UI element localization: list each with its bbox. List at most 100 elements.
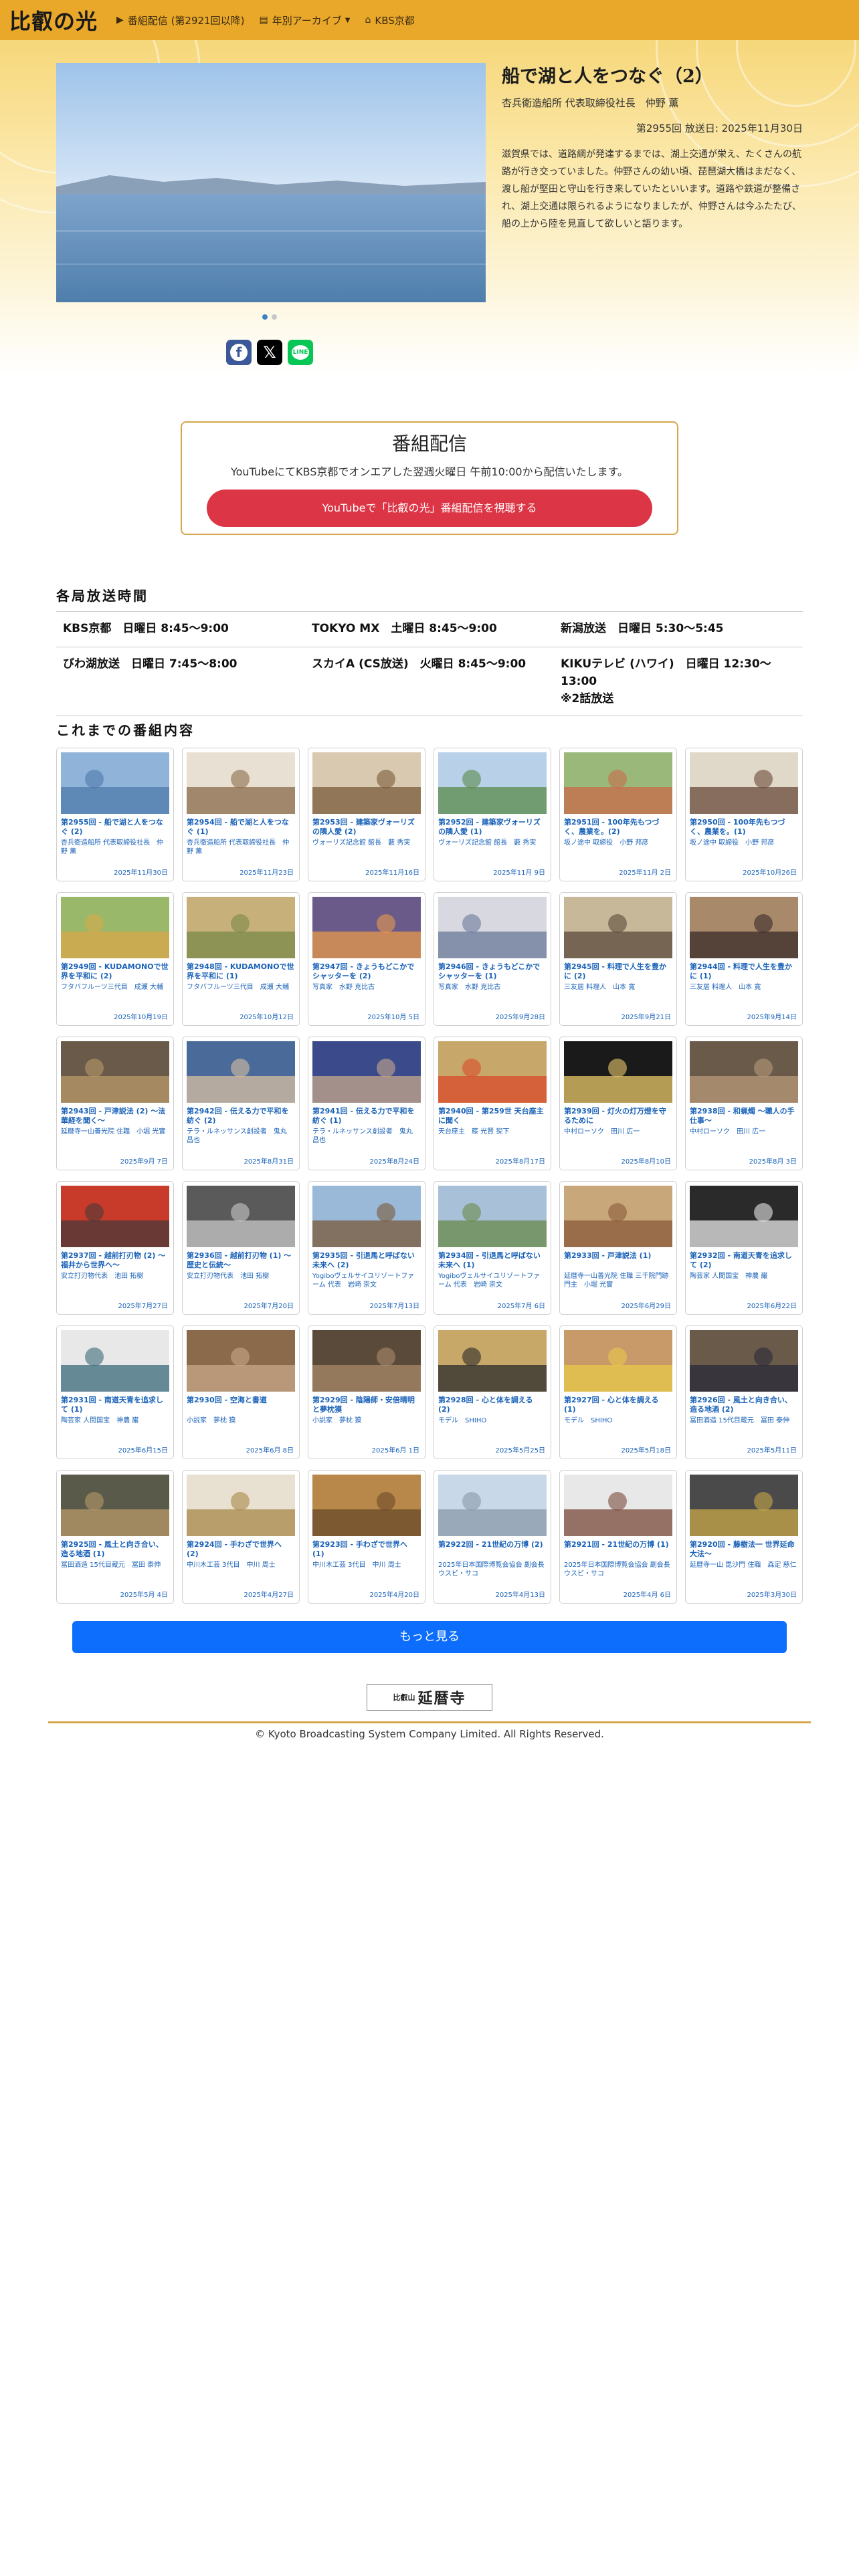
x-share-button[interactable]: 𝕏 xyxy=(257,340,282,365)
episode-card[interactable]: 第2945回 - 料理で人生を豊かに (2) 三友居 料理人 山本 寛 2025年9… xyxy=(559,892,677,1026)
episode-title[interactable]: 第2936回 - 越前打刃物 (1) 〜歴史と伝統〜 xyxy=(187,1251,295,1270)
episode-title[interactable]: 第2928回 - 心と体を調える (2) xyxy=(438,1396,547,1414)
episode-card[interactable]: 第2931回 - 南道天青を追求して (1) 陶芸家 人間国宝 神農 巌 2025年… xyxy=(56,1325,174,1459)
episode-card[interactable]: 第2943回 - 戸津説法 (2) 〜法華経を聞く〜 延暦寺一山善光院 住職 小堀… xyxy=(56,1037,174,1170)
episode-card[interactable]: 第2925回 - 風土と向き合い、造る地酒 (1) 冨田酒造 15代目蔵元 冨田 … xyxy=(56,1470,174,1604)
episode-title[interactable]: 第2944回 - 料理で人生を豊かに (1) xyxy=(690,962,798,981)
sponsor-logo[interactable]: 比叡山 延暦寺 xyxy=(367,1684,492,1711)
episode-card[interactable]: 第2932回 - 南道天青を追求して (2) 陶芸家 人間国宝 神農 巌 2025年… xyxy=(685,1181,803,1315)
episode-title[interactable]: 第2923回 - 手わざで世界へ (1) xyxy=(312,1540,421,1559)
episode-card[interactable]: 第2922回 - 21世紀の万博 (2) 2025年日本国際博覧会協会 副会長 ウ… xyxy=(434,1470,551,1604)
episode-thumbnail[interactable] xyxy=(690,752,798,814)
episode-thumbnail[interactable] xyxy=(690,1041,798,1103)
episode-thumbnail[interactable] xyxy=(438,1330,547,1392)
episode-title[interactable]: 第2925回 - 風土と向き合い、造る地酒 (1) xyxy=(61,1540,169,1559)
hero-carousel-image[interactable] xyxy=(56,63,486,302)
episode-thumbnail[interactable] xyxy=(564,1475,672,1536)
episode-title[interactable]: 第2943回 - 戸津説法 (2) 〜法華経を聞く〜 xyxy=(61,1107,169,1125)
episode-card[interactable]: 第2936回 - 越前打刃物 (1) 〜歴史と伝統〜 安立打刃物代表 池田 拓樹 2… xyxy=(182,1181,300,1315)
episode-thumbnail[interactable] xyxy=(187,1186,295,1247)
episode-title[interactable]: 第2950回 - 100年先もつづく、農業を。(1) xyxy=(690,818,798,837)
episode-card[interactable]: 第2947回 - きょうもどこかでシャッターを (2) 写真家 水野 克比古 202… xyxy=(308,892,425,1026)
episode-title[interactable]: 第2945回 - 料理で人生を豊かに (2) xyxy=(564,962,672,981)
episode-card[interactable]: 第2937回 - 越前打刃物 (2) 〜福井から世界へ〜 安立打刃物代表 池田 拓… xyxy=(56,1181,174,1315)
episode-card[interactable]: 第2927回 - 心と体を調える (1) モデル SHIHO 2025年5月18日 xyxy=(559,1325,677,1459)
episode-title[interactable]: 第2937回 - 越前打刃物 (2) 〜福井から世界へ〜 xyxy=(61,1251,169,1270)
episode-thumbnail[interactable] xyxy=(61,752,169,814)
episode-title[interactable]: 第2920回 - 藤樹法一 世界延命大法〜 xyxy=(690,1540,798,1559)
episode-card[interactable]: 第2935回 - 引退馬と呼ばない未来へ (2) Yogiboヴェルサイユリゾート… xyxy=(308,1181,425,1315)
episode-title[interactable]: 第2947回 - きょうもどこかでシャッターを (2) xyxy=(312,962,421,981)
nav-item-archive[interactable]: ▤ 年別アーカイブ ▼ xyxy=(259,13,350,27)
episode-card[interactable]: 第2955回 - 船で湖と人をつなぐ (2) 杏兵衛造船所 代表取締役社長 仲野 … xyxy=(56,748,174,881)
episode-thumbnail[interactable] xyxy=(61,1186,169,1247)
episode-thumbnail[interactable] xyxy=(438,897,547,958)
episode-card[interactable]: 第2928回 - 心と体を調える (2) モデル SHIHO 2025年5月25日 xyxy=(434,1325,551,1459)
episode-card[interactable]: 第2941回 - 伝える力で平和を紡ぐ (1) テラ・ルネッサンス創設者 鬼丸 昌… xyxy=(308,1037,425,1170)
episode-card[interactable]: 第2926回 - 風土と向き合い、造る地酒 (2) 冨田酒造 15代目蔵元 冨田 … xyxy=(685,1325,803,1459)
episode-card[interactable]: 第2948回 - KUDAMONOで世界を平和に (1) フタバフルーツ三代目 成… xyxy=(182,892,300,1026)
more-button[interactable]: もっと見る xyxy=(72,1621,787,1653)
episode-card[interactable]: 第2950回 - 100年先もつづく、農業を。(1) 坂ノ途中 取締役 小野 邦彦… xyxy=(685,748,803,881)
episode-thumbnail[interactable] xyxy=(564,1186,672,1247)
episode-card[interactable]: 第2953回 - 建築家ヴォーリズの隣人愛 (2) ヴォーリズ記念館 館長 藪 秀… xyxy=(308,748,425,881)
episode-card[interactable]: 第2946回 - きょうもどこかでシャッターを (1) 写真家 水野 克比古 202… xyxy=(434,892,551,1026)
episode-thumbnail[interactable] xyxy=(61,1330,169,1392)
episode-thumbnail[interactable] xyxy=(312,752,421,814)
episode-title[interactable]: 第2951回 - 100年先もつづく、農業を。(2) xyxy=(564,818,672,837)
episode-title[interactable]: 第2948回 - KUDAMONOで世界を平和に (1) xyxy=(187,962,295,981)
episode-thumbnail[interactable] xyxy=(690,1475,798,1536)
episode-card[interactable]: 第2934回 - 引退馬と呼ばない未来へ (1) Yogiboヴェルサイユリゾート… xyxy=(434,1181,551,1315)
episode-title[interactable]: 第2927回 - 心と体を調える (1) xyxy=(564,1396,672,1414)
episode-thumbnail[interactable] xyxy=(187,1041,295,1103)
episode-title[interactable]: 第2946回 - きょうもどこかでシャッターを (1) xyxy=(438,962,547,981)
episode-thumbnail[interactable] xyxy=(187,1475,295,1536)
episode-thumbnail[interactable] xyxy=(61,1041,169,1103)
episode-title[interactable]: 第2931回 - 南道天青を追求して (1) xyxy=(61,1396,169,1414)
episode-title[interactable]: 第2938回 - 和蝋燭 〜職人の手仕事〜 xyxy=(690,1107,798,1125)
episode-card[interactable]: 第2952回 - 建築家ヴォーリズの隣人愛 (1) ヴォーリズ記念館 館長 藪 秀… xyxy=(434,748,551,881)
episode-title[interactable]: 第2926回 - 風土と向き合い、造る地酒 (2) xyxy=(690,1396,798,1414)
episode-card[interactable]: 第2929回 - 陰陽師・安倍晴明と夢枕獏 小説家 夢枕 獏 2025年6月 1日 xyxy=(308,1325,425,1459)
episode-card[interactable]: 第2951回 - 100年先もつづく、農業を。(2) 坂ノ途中 取締役 小野 邦彦… xyxy=(559,748,677,881)
episode-card[interactable]: 第2954回 - 船で湖と人をつなぐ (1) 杏兵衛造船所 代表取締役社長 仲野 … xyxy=(182,748,300,881)
episode-title[interactable]: 第2949回 - KUDAMONOで世界を平和に (2) xyxy=(61,962,169,981)
episode-title[interactable]: 第2933回 - 戸津説法 (1) xyxy=(564,1251,672,1270)
episode-title[interactable]: 第2924回 - 手わざで世界へ (2) xyxy=(187,1540,295,1559)
episode-thumbnail[interactable] xyxy=(690,1330,798,1392)
episode-thumbnail[interactable] xyxy=(564,752,672,814)
episode-thumbnail[interactable] xyxy=(690,897,798,958)
carousel-dot[interactable] xyxy=(272,314,277,320)
episode-card[interactable]: 第2930回 - 空海と書道 小説家 夢枕 獏 2025年6月 8日 xyxy=(182,1325,300,1459)
episode-title[interactable]: 第2934回 - 引退馬と呼ばない未来へ (1) xyxy=(438,1251,547,1270)
episode-title[interactable]: 第2932回 - 南道天青を追求して (2) xyxy=(690,1251,798,1270)
youtube-watch-button[interactable]: YouTubeで「比叡の光」番組配信を視聴する xyxy=(207,490,652,527)
episode-thumbnail[interactable] xyxy=(690,1186,798,1247)
episode-card[interactable]: 第2938回 - 和蝋燭 〜職人の手仕事〜 中村ローソク 田川 広一 2025年8月… xyxy=(685,1037,803,1170)
episode-thumbnail[interactable] xyxy=(438,1041,547,1103)
episode-thumbnail[interactable] xyxy=(312,897,421,958)
episode-card[interactable]: 第2939回 - 灯火の灯万燈を守るために 中村ローソク 田川 広一 2025年8月… xyxy=(559,1037,677,1170)
episode-title[interactable]: 第2921回 - 21世紀の万博 (1) xyxy=(564,1540,672,1559)
episode-title[interactable]: 第2939回 - 灯火の灯万燈を守るために xyxy=(564,1107,672,1125)
episode-title[interactable]: 第2954回 - 船で湖と人をつなぐ (1) xyxy=(187,818,295,837)
facebook-share-button[interactable]: f xyxy=(226,340,252,365)
episode-thumbnail[interactable] xyxy=(438,1186,547,1247)
episode-thumbnail[interactable] xyxy=(312,1041,421,1103)
episode-thumbnail[interactable] xyxy=(312,1186,421,1247)
episode-thumbnail[interactable] xyxy=(438,1475,547,1536)
episode-card[interactable]: 第2920回 - 藤樹法一 世界延命大法〜 延暦寺一山 毘沙門 住職 森定 慈仁 2… xyxy=(685,1470,803,1604)
carousel-dot[interactable] xyxy=(262,314,268,320)
episode-thumbnail[interactable] xyxy=(187,1330,295,1392)
nav-item-stream[interactable]: ▶ 番組配信 (第2921回以降) xyxy=(116,13,244,27)
episode-card[interactable]: 第2942回 - 伝える力で平和を紡ぐ (2) テラ・ルネッサンス創設者 鬼丸 昌… xyxy=(182,1037,300,1170)
episode-thumbnail[interactable] xyxy=(187,752,295,814)
episode-card[interactable]: 第2949回 - KUDAMONOで世界を平和に (2) フタバフルーツ三代目 成… xyxy=(56,892,174,1026)
episode-thumbnail[interactable] xyxy=(312,1330,421,1392)
nav-item-kbs[interactable]: ⌂ KBS京都 xyxy=(365,13,415,27)
line-share-button[interactable]: LINE xyxy=(288,340,313,365)
episode-thumbnail[interactable] xyxy=(61,897,169,958)
episode-card[interactable]: 第2924回 - 手わざで世界へ (2) 中川木工芸 3代目 中川 周士 2025年… xyxy=(182,1470,300,1604)
episode-title[interactable]: 第2941回 - 伝える力で平和を紡ぐ (1) xyxy=(312,1107,421,1125)
episode-card[interactable]: 第2940回 - 第259世 天台座主に聞く 天台座主 藤 光賢 猊下 2025年8… xyxy=(434,1037,551,1170)
